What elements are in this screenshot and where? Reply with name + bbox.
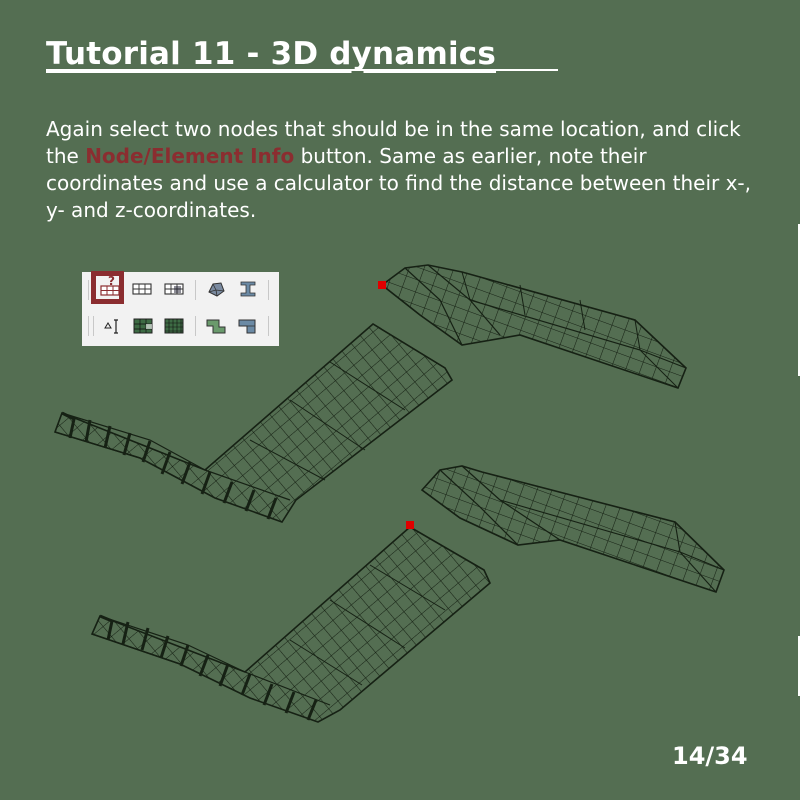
mesh-part-lower-left[interactable] [90, 526, 491, 723]
mesh-part-upper-left[interactable] [53, 323, 454, 523]
selected-node-lower[interactable] [406, 521, 414, 529]
mesh-viewport[interactable] [0, 0, 800, 800]
page-number: 14/34 [672, 742, 748, 770]
selected-node-upper[interactable] [378, 281, 386, 289]
